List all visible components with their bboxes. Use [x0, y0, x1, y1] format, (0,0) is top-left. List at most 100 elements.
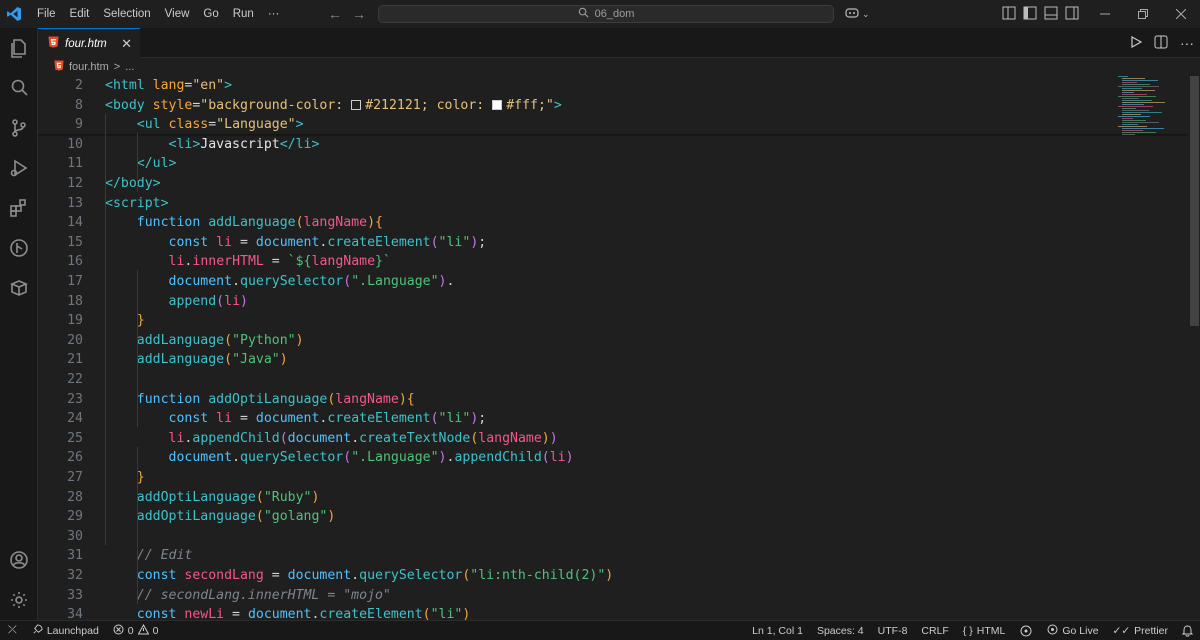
- breadcrumb-symbol[interactable]: ...: [125, 61, 134, 73]
- search-icon[interactable]: [0, 68, 38, 108]
- code-line[interactable]: 24 const li = document.createElement("li…: [38, 409, 1138, 429]
- menu-item-file[interactable]: File: [30, 0, 63, 28]
- back-arrow-icon[interactable]: ←: [328, 6, 342, 22]
- code-line[interactable]: 2 <html lang="en">: [38, 76, 1138, 96]
- menu-item-go[interactable]: Go: [196, 0, 225, 28]
- tab-four-htm[interactable]: four.htm ✕: [38, 28, 140, 58]
- forward-arrow-icon[interactable]: →: [352, 6, 366, 22]
- code-line[interactable]: 28 addOptiLanguage("Ruby"): [38, 488, 1138, 508]
- color-swatch[interactable]: [492, 99, 503, 110]
- code-line[interactable]: 22: [38, 370, 1138, 390]
- code-token: "Python": [232, 332, 296, 348]
- code-token: li: [224, 293, 241, 309]
- code-line[interactable]: 14 function addLanguage(langName){: [38, 213, 1138, 233]
- language-mode[interactable]: { } HTML: [956, 625, 1013, 637]
- code-line[interactable]: 32 const secondLang = document.querySele…: [38, 566, 1138, 586]
- minimap-line: [1122, 78, 1145, 79]
- code-line[interactable]: 11 </ul>: [38, 154, 1138, 174]
- close-window-icon[interactable]: [1162, 0, 1200, 28]
- tab-close-icon[interactable]: ✕: [121, 36, 132, 52]
- code-line[interactable]: 18 append(li): [38, 292, 1138, 312]
- problems-indicator[interactable]: 0 0: [106, 623, 166, 638]
- split-editor-icon[interactable]: [1154, 35, 1168, 52]
- tab-label: four.htm: [65, 37, 107, 50]
- code-line[interactable]: 13 <script>: [38, 194, 1138, 214]
- menu-item-edit[interactable]: Edit: [63, 0, 97, 28]
- more-actions-icon[interactable]: ···: [1180, 35, 1194, 51]
- end-of-line[interactable]: CRLF: [914, 625, 955, 637]
- vertical-scrollbar[interactable]: [1189, 76, 1200, 620]
- run-debug-icon[interactable]: [0, 148, 38, 188]
- toggle-panel-icon[interactable]: [1044, 6, 1058, 23]
- code-line[interactable]: 25 li.appendChild(document.createTextNod…: [38, 429, 1138, 449]
- bracket-pair-icon[interactable]: [1012, 625, 1040, 637]
- cursor-position[interactable]: Ln 1, Col 1: [745, 625, 810, 637]
- code-line[interactable]: 17 document.querySelector(".Language").: [38, 272, 1138, 292]
- remote-explorer-icon[interactable]: [0, 268, 38, 308]
- code-editor[interactable]: 2 <html lang="en"> 8 <body style="backgroun…: [38, 76, 1200, 620]
- color-swatch[interactable]: [351, 99, 362, 110]
- customize-layout-icon[interactable]: [1002, 6, 1016, 23]
- code-token: .: [351, 568, 360, 583]
- extensions-icon[interactable]: [0, 188, 38, 228]
- code-text: // Edit: [105, 546, 193, 566]
- code-line[interactable]: 23 function addOptiLanguage(langName){: [38, 390, 1138, 410]
- code-line[interactable]: 26 document.querySelector(".Language").a…: [38, 448, 1138, 468]
- manage-gear-icon[interactable]: [0, 580, 38, 620]
- code-line[interactable]: 29 addOptiLanguage("golang"): [38, 507, 1138, 527]
- breadcrumb-file[interactable]: four.htm: [69, 61, 109, 73]
- menu-item-run[interactable]: Run: [226, 0, 261, 28]
- code-line[interactable]: 33 // secondLang.innerHTML = "mojo": [38, 586, 1138, 606]
- code-line[interactable]: 27 }: [38, 468, 1138, 488]
- account-icon[interactable]: [0, 540, 38, 580]
- activity-bar: [0, 28, 38, 620]
- minimap-line: [1122, 80, 1158, 81]
- launchpad-button[interactable]: Launchpad: [25, 623, 106, 638]
- code-line[interactable]: 12 </body>: [38, 174, 1138, 194]
- code-line[interactable]: 21 addLanguage("Java"): [38, 350, 1138, 370]
- source-control-icon[interactable]: [0, 108, 38, 148]
- code-token: </li>: [279, 136, 320, 152]
- minimap[interactable]: [1118, 76, 1188, 156]
- scrollbar-thumb[interactable]: [1190, 76, 1199, 326]
- remote-indicator[interactable]: ⤫: [0, 624, 25, 637]
- code-line[interactable]: 16 li.innerHTML = `${langName}`: [38, 252, 1138, 272]
- code-line[interactable]: 34 const newLi = document.createElement(…: [38, 605, 1138, 620]
- encoding[interactable]: UTF-8: [871, 625, 915, 637]
- toggle-secondary-sidebar-icon[interactable]: [1065, 6, 1079, 23]
- code-text: addOptiLanguage("golang"): [105, 507, 336, 527]
- code-line[interactable]: 8 <body style="background-color: #212121;…: [38, 96, 1138, 116]
- code-token: <ul: [136, 117, 169, 133]
- menu-item-more[interactable]: ···: [261, 0, 287, 28]
- copilot-menu[interactable]: ⌄: [844, 0, 870, 28]
- line-number: 9: [75, 117, 83, 133]
- command-center-search[interactable]: 06_dom: [378, 5, 834, 23]
- explorer-icon[interactable]: [0, 28, 38, 68]
- go-live-button[interactable]: Go Live: [1040, 624, 1105, 638]
- menu-item-view[interactable]: View: [158, 0, 197, 28]
- indentation[interactable]: Spaces: 4: [810, 625, 871, 637]
- minimize-icon[interactable]: [1086, 0, 1124, 28]
- git-graph-icon[interactable]: [0, 228, 38, 268]
- code-line[interactable]: 15 const li = document.createElement("li…: [38, 233, 1138, 253]
- code-line[interactable]: 19 }: [38, 311, 1138, 331]
- run-code-icon[interactable]: [1130, 35, 1143, 51]
- restore-icon[interactable]: [1124, 0, 1162, 28]
- code-token: ;: [478, 411, 487, 427]
- minimap-line: [1122, 92, 1134, 93]
- notifications-icon[interactable]: [1175, 624, 1200, 637]
- code-token: appendChild: [454, 450, 542, 466]
- menu-item-selection[interactable]: Selection: [96, 0, 157, 28]
- code-token: ): [565, 450, 574, 466]
- toggle-primary-sidebar-icon[interactable]: [1023, 6, 1037, 23]
- code-line[interactable]: 31 // Edit: [38, 546, 1138, 566]
- code-token: appendChild: [192, 430, 280, 446]
- code-line[interactable]: 10 <li>Javascript</li>: [38, 135, 1138, 155]
- code-line[interactable]: 20 addLanguage("Python"): [38, 331, 1138, 351]
- prettier-button[interactable]: ✓✓ Prettier: [1106, 625, 1175, 637]
- code-text: }: [105, 311, 145, 331]
- code-token: (: [255, 489, 264, 505]
- code-line[interactable]: 30: [38, 527, 1138, 547]
- code-line[interactable]: 9 <ul class="Language">: [38, 115, 1138, 135]
